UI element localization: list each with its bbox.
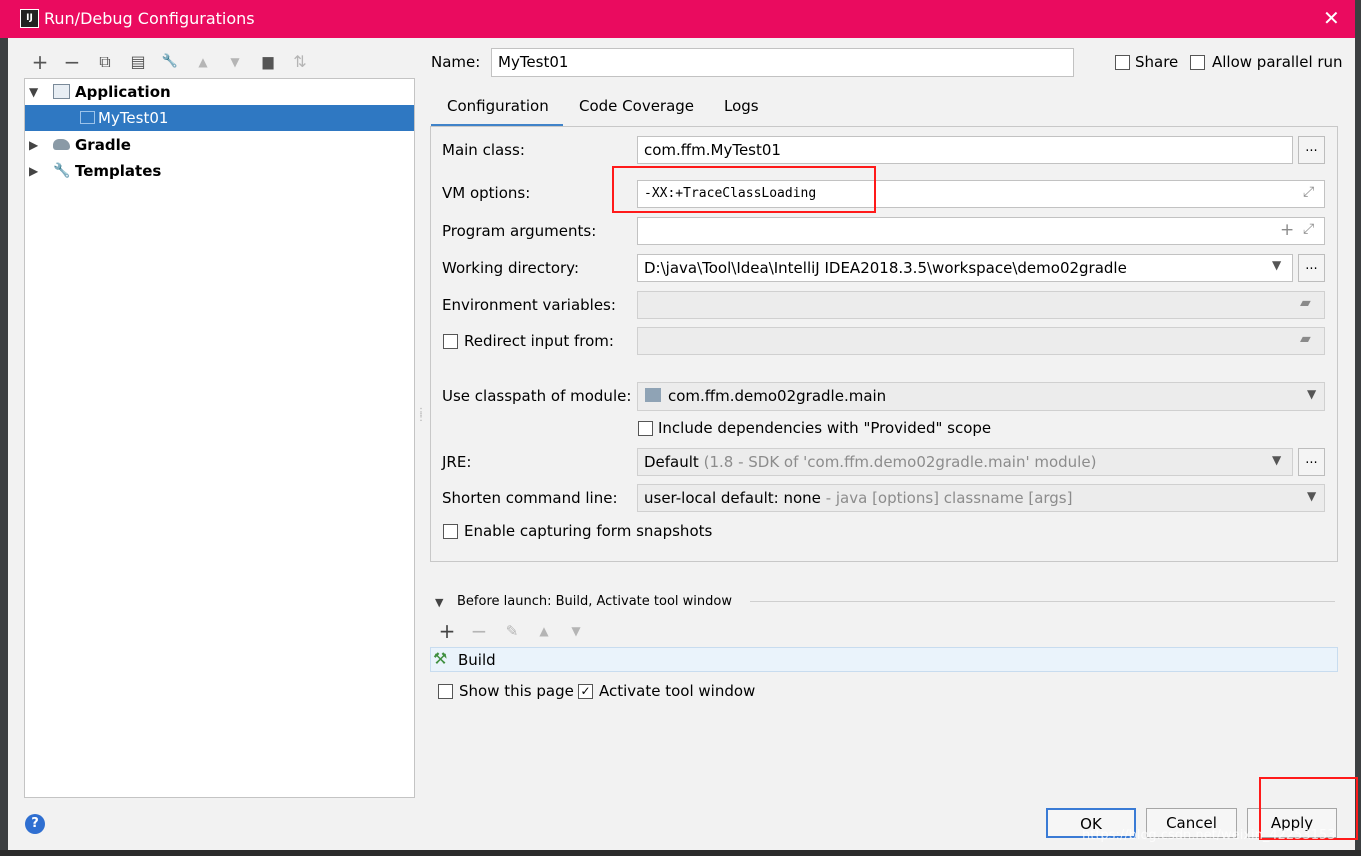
- wrench-icon: 🔧: [53, 163, 71, 179]
- remove-config-icon[interactable]: −: [61, 51, 83, 73]
- form-snapshots-checkbox[interactable]: [443, 524, 458, 539]
- env-vars-label: Environment variables:: [442, 296, 616, 314]
- build-task-item[interactable]: Build: [458, 651, 496, 669]
- env-vars-input[interactable]: [637, 291, 1325, 319]
- show-page-label: Show this page: [459, 682, 574, 700]
- intellij-app-icon: IJ: [20, 9, 39, 28]
- tree-item-templates[interactable]: ▶ 🔧 Templates: [25, 158, 414, 184]
- remove-task-icon[interactable]: −: [468, 620, 490, 642]
- allow-parallel-checkbox[interactable]: [1190, 55, 1205, 70]
- tab-code-coverage[interactable]: Code Coverage: [579, 97, 694, 115]
- include-deps-checkbox[interactable]: [638, 421, 653, 436]
- copy-config-icon[interactable]: ⧉: [94, 51, 116, 73]
- shorten-cmd-hint: - java [options] classname [args]: [825, 489, 1073, 507]
- shorten-cmd-value: user-local default: none: [644, 489, 821, 507]
- allow-parallel-label: Allow parallel run: [1212, 53, 1343, 71]
- highlight-annotation-vm-options: [612, 166, 876, 213]
- jre-label: JRE:: [442, 453, 472, 471]
- tree-item-mytest01[interactable]: MyTest01: [25, 105, 414, 131]
- shorten-cmd-label: Shorten command line:: [442, 489, 618, 507]
- redirect-input-field[interactable]: [637, 327, 1325, 355]
- show-page-checkbox[interactable]: [438, 684, 453, 699]
- close-icon[interactable]: ✕: [1323, 6, 1340, 30]
- move-up-icon[interactable]: ▲: [533, 620, 555, 642]
- tree-item-label: Application: [75, 83, 171, 101]
- jre-hint: (1.8 - SDK of 'com.ffm.demo02gradle.main…: [703, 453, 1097, 471]
- move-down-icon[interactable]: ▼: [224, 51, 246, 73]
- chevron-down-icon[interactable]: ▼: [1307, 387, 1316, 401]
- expand-icon[interactable]: ⤢: [1303, 184, 1314, 200]
- working-dir-label: Working directory:: [442, 259, 580, 277]
- main-class-input[interactable]: com.ffm.MyTest01: [637, 136, 1293, 164]
- background-ide-right: [1355, 0, 1361, 856]
- window-title: Run/Debug Configurations: [44, 9, 255, 28]
- main-class-browse-button[interactable]: ...: [1298, 136, 1325, 164]
- hammer-icon: ⚒: [433, 649, 448, 668]
- chevron-down-icon[interactable]: ▼: [1272, 258, 1281, 272]
- jre-select[interactable]: Default (1.8 - SDK of 'com.ffm.demo02gra…: [637, 448, 1293, 476]
- share-label: Share: [1135, 53, 1179, 71]
- chevron-right-icon: ▶: [29, 138, 39, 152]
- shorten-cmd-select[interactable]: user-local default: none - java [options…: [637, 484, 1325, 512]
- folder-icon[interactable]: ▆: [257, 51, 279, 73]
- name-input[interactable]: MyTest01: [491, 48, 1074, 77]
- add-task-icon[interactable]: +: [436, 620, 458, 642]
- sort-icon[interactable]: ⇅: [289, 51, 311, 73]
- tree-item-label: MyTest01: [98, 109, 169, 127]
- add-icon[interactable]: +: [1280, 220, 1294, 240]
- tree-item-gradle[interactable]: ▶ Gradle: [25, 132, 414, 158]
- jre-value: Default: [644, 453, 699, 471]
- chevron-down-icon: ▼: [29, 85, 39, 99]
- program-args-label: Program arguments:: [442, 222, 597, 240]
- before-launch-title: Before launch: Build, Activate tool wind…: [457, 594, 732, 609]
- redirect-input-checkbox[interactable]: [443, 334, 458, 349]
- folder-icon[interactable]: ▰: [1300, 295, 1311, 311]
- module-folder-icon: [645, 388, 661, 402]
- before-launch-list: [430, 647, 1338, 672]
- tab-configuration[interactable]: Configuration: [447, 97, 549, 115]
- jre-browse-button[interactable]: ...: [1298, 448, 1325, 476]
- tree-item-label: Gradle: [75, 136, 131, 154]
- activate-window-checkbox[interactable]: ✓: [578, 684, 593, 699]
- activate-window-label: Activate tool window: [599, 682, 756, 700]
- move-down-icon[interactable]: ▼: [565, 620, 587, 642]
- application-icon: [53, 84, 70, 99]
- save-config-icon[interactable]: ▤: [127, 51, 149, 73]
- expand-icon[interactable]: ⤢: [1303, 221, 1314, 237]
- vm-options-label: VM options:: [442, 184, 531, 202]
- background-ide-left: [0, 0, 8, 856]
- title-bar: IJ Run/Debug Configurations ✕: [0, 0, 1355, 38]
- form-snapshots-label: Enable capturing form snapshots: [464, 522, 713, 540]
- include-deps-label: Include dependencies with "Provided" sco…: [658, 419, 992, 437]
- chevron-down-icon[interactable]: ▼: [1307, 489, 1316, 503]
- config-tree: [24, 78, 415, 798]
- run-config-icon: [80, 111, 95, 124]
- working-dir-input[interactable]: D:\java\Tool\Idea\IntelliJ IDEA2018.3.5\…: [637, 254, 1293, 282]
- name-label: Name:: [431, 53, 481, 71]
- working-dir-browse-button[interactable]: ...: [1298, 254, 1325, 282]
- folder-icon[interactable]: ▰: [1300, 331, 1311, 347]
- redirect-input-label: Redirect input from:: [464, 332, 614, 350]
- program-args-input[interactable]: [637, 217, 1325, 245]
- chevron-down-icon[interactable]: ▼: [435, 596, 443, 609]
- background-ide-bottom: [0, 850, 1361, 856]
- classpath-select[interactable]: com.ffm.demo02gradle.main: [637, 382, 1325, 411]
- tree-item-application[interactable]: ▼ Application: [25, 79, 414, 105]
- tree-item-label: Templates: [75, 162, 162, 180]
- watermark-text: https://blog.csdn.net/weixin_42253153: [1082, 828, 1336, 843]
- classpath-label: Use classpath of module:: [442, 387, 632, 405]
- help-icon[interactable]: ?: [25, 814, 45, 834]
- separator: [750, 601, 1335, 602]
- chevron-down-icon[interactable]: ▼: [1272, 453, 1281, 467]
- edit-task-icon[interactable]: ✎: [501, 620, 523, 642]
- chevron-right-icon: ▶: [29, 164, 39, 178]
- splitter-handle[interactable]: ⋮ ⋮: [416, 408, 426, 430]
- wrench-icon[interactable]: 🔧: [159, 51, 181, 73]
- gradle-icon: [53, 139, 70, 150]
- main-class-label: Main class:: [442, 141, 525, 159]
- tab-logs[interactable]: Logs: [724, 97, 759, 115]
- add-config-icon[interactable]: +: [29, 51, 51, 73]
- share-checkbox[interactable]: [1115, 55, 1130, 70]
- move-up-icon[interactable]: ▲: [192, 51, 214, 73]
